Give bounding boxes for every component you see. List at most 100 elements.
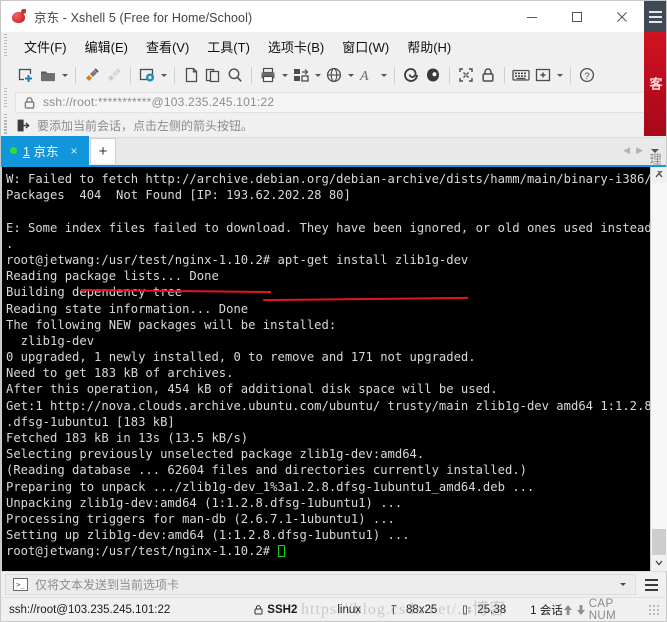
menu-help[interactable]: 帮助(H) [398, 34, 460, 59]
tab-jingdong[interactable]: 1 京东 × [1, 136, 89, 165]
terminal-line: Reading state information... Done [6, 301, 249, 316]
add-icon[interactable] [532, 63, 554, 87]
terminal-line: Selecting previously unselected package … [6, 447, 425, 462]
terminal-line: The following NEW packages will be insta… [6, 317, 337, 332]
disconnect-icon[interactable] [103, 63, 125, 87]
tab-next-icon[interactable]: ▶ [635, 145, 644, 156]
terminal-prompt-icon: >_ [13, 578, 28, 591]
terminal-line: 0 upgraded, 1 newly installed, 0 to remo… [6, 350, 476, 365]
tab-list-dropdown-icon[interactable] [648, 149, 662, 153]
terminal-scrollbar[interactable] [650, 167, 667, 571]
scrollbar-track[interactable] [650, 183, 667, 555]
print-icon[interactable] [257, 63, 279, 87]
cursor-position-icon [463, 605, 472, 615]
notice-grip[interactable] [4, 114, 7, 134]
tab-bar: 1 京东 × + ◀ ▶ [1, 136, 666, 167]
send-to-dropdown-icon[interactable] [615, 583, 631, 586]
title-bar: 京东 - Xshell 5 (Free for Home/School) [1, 1, 666, 32]
highlight-icon[interactable] [422, 63, 444, 87]
new-tab-button[interactable]: + [90, 138, 116, 164]
notice-text: 要添加当前会话，点击左侧的箭头按钮。 [37, 119, 254, 133]
fullscreen-icon[interactable] [455, 63, 477, 87]
close-button[interactable] [599, 1, 644, 32]
menu-tools[interactable]: 工具(T) [198, 34, 259, 59]
resize-grip[interactable] [648, 603, 660, 616]
properties-icon[interactable] [136, 63, 158, 87]
address-input[interactable]: ssh://root:***********@103.235.245.101:2… [15, 91, 662, 113]
properties-dropdown-icon[interactable] [158, 63, 169, 87]
upload-icon [563, 604, 573, 616]
status-url: ssh://root@103.235.245.101:22 [9, 603, 171, 616]
scroll-down-icon[interactable] [650, 555, 667, 571]
terminal-line: Need to get 183 kB of archives. [6, 366, 234, 381]
font-dropdown-icon[interactable] [378, 63, 389, 87]
tab-close-icon[interactable]: × [67, 144, 80, 158]
terminal-prompt-line: root@jetwang:/usr/test/nginx-1.10.2# [6, 543, 650, 559]
add-session-arrow-icon[interactable] [17, 119, 30, 132]
find-icon[interactable] [224, 63, 246, 87]
menubar-grip[interactable] [4, 34, 7, 56]
globe-icon[interactable] [323, 63, 345, 87]
address-grip[interactable] [4, 88, 7, 108]
status-cursor-group: 25,38 [463, 604, 506, 616]
menu-edit[interactable]: 编辑(E) [76, 34, 137, 59]
tab-status-dot-icon [10, 147, 17, 154]
new-session-icon[interactable] [15, 63, 37, 87]
tab-title: 京东 [33, 145, 59, 159]
address-bar-row: ssh://root:***********@103.235.245.101:2… [1, 88, 666, 114]
help-icon[interactable]: ? [576, 63, 598, 87]
status-right-group: CAP NUM [563, 598, 666, 622]
terminal-line: Unpacking zlib1g-dev:amd64 (1:1.2.8.dfsg… [6, 495, 403, 510]
terminal-line: Preparing to unpack .../zlib1g-dev_1%3a1… [6, 479, 535, 494]
tab-prev-icon[interactable]: ◀ [622, 145, 631, 156]
window-controls [509, 1, 644, 32]
toolbar-separator [570, 66, 571, 84]
minimize-button[interactable] [509, 1, 554, 32]
maximize-button[interactable] [554, 1, 599, 32]
font-icon[interactable]: A [356, 63, 378, 87]
side-dropdown-icon[interactable] [657, 171, 663, 174]
add-dropdown-icon[interactable] [554, 63, 565, 87]
send-to-menu-icon[interactable] [640, 574, 662, 596]
terminal-line: (Reading database ... 62604 files and di… [6, 463, 527, 478]
toolbar-separator [394, 66, 395, 84]
side-banner-extra: 理 [648, 153, 662, 165]
terminal-output[interactable]: W: Failed to fetch http://archive.debian… [2, 167, 650, 571]
session-manager-icon[interactable] [400, 63, 422, 87]
scroll-up-icon[interactable] [650, 167, 667, 183]
send-to-input[interactable]: >_ 仅将文本发送到当前选项卡 [5, 574, 636, 595]
terminal-line: Fetched 183 kB in 13s (13.5 kB/s) [6, 431, 249, 445]
print-dropdown-icon[interactable] [279, 63, 290, 87]
open-folder-icon[interactable] [37, 63, 59, 87]
titlebar-menu-icon[interactable] [644, 1, 666, 32]
keyboard-icon[interactable] [510, 63, 532, 87]
status-cursor: 25,38 [477, 603, 507, 616]
globe-dropdown-icon[interactable] [345, 63, 356, 87]
lock-icon[interactable] [477, 63, 499, 87]
toolbar-separator [174, 66, 175, 84]
terminal-line: E: Some index files failed to download. … [6, 220, 650, 235]
menu-view[interactable]: 查看(V) [137, 34, 198, 59]
paste-icon[interactable] [202, 63, 224, 87]
terminal-line: root@jetwang:/usr/test/nginx-1.10.2# apt… [6, 252, 469, 267]
layout-icon[interactable] [290, 63, 312, 87]
status-terminal-type: linux [337, 603, 361, 616]
layout-dropdown-icon[interactable] [312, 63, 323, 87]
status-protocol-group: SSH2 [254, 604, 297, 616]
menu-window[interactable]: 窗口(W) [333, 34, 398, 59]
terminal-line: W: Failed to fetch http://archive.debian… [6, 172, 650, 186]
terminal-area: W: Failed to fetch http://archive.debian… [1, 167, 667, 571]
status-protocol: SSH2 [267, 603, 298, 616]
toolbar: A ? » ▾ [1, 60, 666, 143]
menu-file[interactable]: 文件(F) [15, 34, 76, 59]
scrollbar-thumb[interactable] [651, 529, 666, 555]
copy-icon[interactable] [180, 63, 202, 87]
terminal-line: Building dependency tree [6, 285, 183, 300]
open-folder-dropdown-icon[interactable] [59, 63, 70, 87]
menu-tabs[interactable]: 选项卡(B) [259, 34, 333, 59]
terminal-line: Processing triggers for man-db (2.6.7.1-… [6, 511, 395, 526]
terminal-line: zlib1g-dev [6, 333, 95, 348]
terminal-line: After this operation, 454 kB of addition… [6, 382, 498, 397]
connect-icon[interactable] [81, 63, 103, 87]
